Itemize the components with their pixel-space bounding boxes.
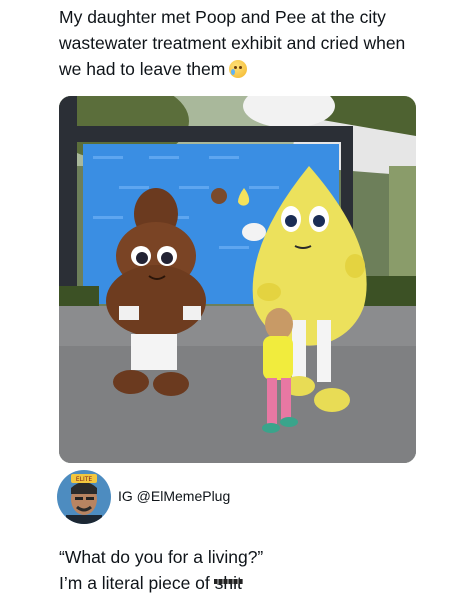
profile-handle[interactable]: IG @ElMemePlug [118, 488, 230, 504]
profile-avatar-icon: ELITE [57, 470, 111, 524]
post-photo[interactable] [59, 96, 416, 463]
avatar-badge: ELITE [76, 476, 93, 483]
quote-caption: “What do you for a living?” I’m a litera… [59, 544, 263, 596]
quote-line-1: “What do you for a living?” [59, 547, 264, 567]
sad-face-emoji-icon [229, 60, 248, 78]
quote-line-2-text: I’m a literal piece of [59, 573, 215, 593]
post-text: My daughter met Poop and Pee at the city… [59, 4, 429, 82]
redacted-word: shit [213, 570, 244, 596]
quote-line-2: I’m a literal piece of shit [59, 570, 263, 596]
mascot-photo-illustration [59, 96, 416, 463]
avatar[interactable]: ELITE [57, 470, 111, 524]
